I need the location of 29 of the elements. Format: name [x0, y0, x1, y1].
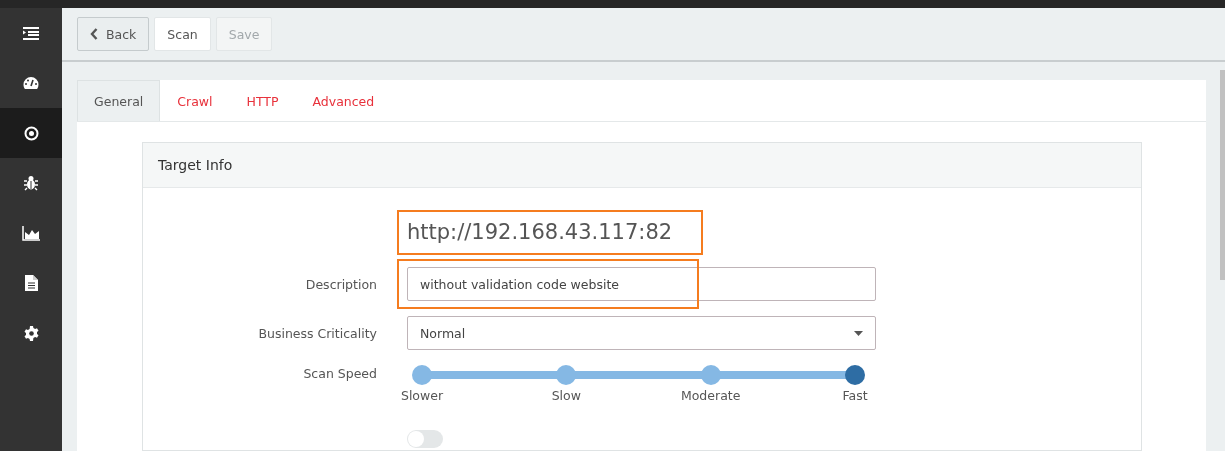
back-button[interactable]: Back [77, 17, 150, 51]
gauge-icon [23, 76, 39, 90]
tab[interactable]: General [77, 80, 161, 121]
settings-icon [23, 325, 39, 341]
document-icon [24, 275, 38, 291]
speed-slider[interactable] [412, 365, 865, 385]
target-icon [23, 125, 39, 141]
scrollbar[interactable] [1220, 70, 1225, 280]
criticality-dropdown[interactable]: Normal [407, 316, 876, 350]
slider-label: Moderate [680, 388, 741, 403]
target-url: http://192.168.43.117:82 [407, 219, 673, 246]
panel-title: Target Info [158, 157, 233, 173]
field-label: Description [304, 276, 377, 292]
area-chart-icon [22, 225, 40, 241]
slider-stop[interactable] [412, 365, 432, 385]
field-label: Scan Speed [302, 366, 377, 381]
chevron-left-icon [90, 28, 98, 40]
menu-icon [23, 26, 39, 40]
toggle-switch[interactable] [407, 430, 443, 448]
slider-label: Fast [842, 388, 868, 403]
bug-icon [24, 175, 38, 191]
sidebar-item[interactable] [0, 108, 62, 158]
slider-label: Slower [400, 388, 444, 403]
field-label: Business Criticality [257, 325, 377, 341]
slider-stop[interactable] [845, 365, 865, 385]
description-field[interactable]: without validation code website [407, 267, 876, 301]
caret-icon [854, 330, 863, 336]
slider-label: Slow [551, 388, 581, 403]
scan-button[interactable]: Scan [154, 17, 211, 51]
